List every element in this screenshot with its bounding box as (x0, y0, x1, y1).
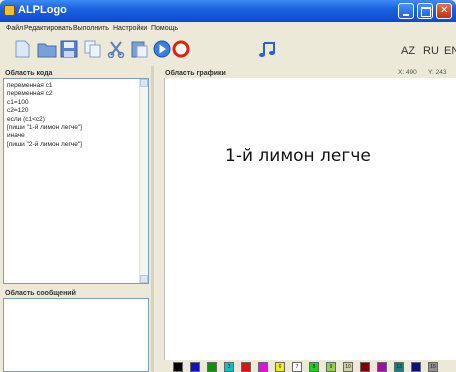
color-swatch[interactable]: 8 (309, 362, 319, 372)
menu-file[interactable]: Файл (6, 25, 23, 32)
coord-x-readout: X: 490 (398, 69, 417, 76)
maximize-button[interactable] (417, 3, 433, 19)
music-icon[interactable] (258, 40, 276, 58)
paste-icon[interactable] (130, 40, 148, 58)
code-line: [пиши "2-й лимон легче"] (7, 140, 82, 148)
color-swatch[interactable]: 6 (275, 362, 285, 372)
color-swatch[interactable]: 10 (343, 362, 353, 372)
color-swatch[interactable]: 9 (326, 362, 336, 372)
code-line: c2=120 (7, 107, 29, 115)
color-swatch[interactable] (258, 362, 268, 372)
window-title: ALPLogo (18, 4, 67, 16)
copy-icon[interactable] (84, 40, 102, 58)
code-editor[interactable]: переменная c1 переменная c2 c1=100 c2=12… (3, 78, 149, 284)
title-bar[interactable]: ALPLogo (0, 0, 456, 22)
coord-y-readout: Y: 243 (428, 69, 447, 76)
lang-az-button[interactable]: AZ (401, 45, 415, 57)
minimize-button[interactable] (398, 3, 414, 19)
scroll-up-button[interactable] (140, 79, 148, 87)
code-lines: переменная c1 переменная c2 c1=100 c2=12… (7, 82, 82, 149)
code-panel-label: Область кода (5, 70, 53, 77)
cut-icon[interactable] (107, 40, 125, 58)
code-line: иначе (7, 132, 25, 140)
panel-splitter[interactable] (151, 66, 154, 372)
color-swatch[interactable]: 13 (394, 362, 404, 372)
close-button[interactable] (436, 3, 452, 19)
save-icon[interactable] (60, 40, 78, 58)
scroll-down-button[interactable] (140, 275, 148, 283)
canvas-output-text: 1-й лимон легче (225, 146, 371, 166)
color-swatch[interactable] (377, 362, 387, 372)
graphics-canvas[interactable] (164, 78, 456, 360)
color-swatch[interactable] (207, 362, 217, 372)
color-swatch[interactable]: 15 (428, 362, 438, 372)
menu-settings[interactable]: Настройки (113, 25, 147, 32)
graphics-panel-label: Область графики (165, 70, 226, 77)
code-scrollbar[interactable] (139, 79, 148, 283)
menu-run[interactable]: Выполнить (73, 25, 109, 32)
color-swatch[interactable] (360, 362, 370, 372)
color-swatch[interactable]: 3 (224, 362, 234, 372)
open-folder-icon[interactable] (37, 40, 57, 58)
menu-help[interactable]: Помощь (151, 25, 178, 32)
code-line: переменная c1 (7, 82, 53, 89)
code-line: переменная c2 (7, 90, 53, 98)
menu-bar: Файл Редактировать Выполнить Настройки П… (0, 22, 456, 36)
color-swatch[interactable] (241, 362, 251, 372)
new-file-icon[interactable] (13, 40, 31, 58)
color-swatch[interactable] (190, 362, 200, 372)
run-icon[interactable] (153, 40, 171, 58)
lang-en-button[interactable]: EN (444, 45, 456, 57)
menu-edit[interactable]: Редактировать (24, 25, 72, 32)
lang-ru-button[interactable]: RU (423, 45, 439, 57)
app-logo-icon (4, 5, 15, 16)
color-swatch[interactable] (173, 362, 183, 372)
messages-area[interactable] (3, 298, 149, 372)
code-line: если (c1<c2) (7, 115, 45, 123)
messages-panel-label: Область сообщений (5, 290, 76, 297)
color-swatch[interactable]: 7 (292, 362, 302, 372)
color-swatch[interactable] (411, 362, 421, 372)
code-line: [пиши "1-й лимон легче"] (7, 124, 82, 132)
code-line: c1=100 (7, 98, 29, 106)
stop-icon[interactable] (172, 40, 190, 58)
